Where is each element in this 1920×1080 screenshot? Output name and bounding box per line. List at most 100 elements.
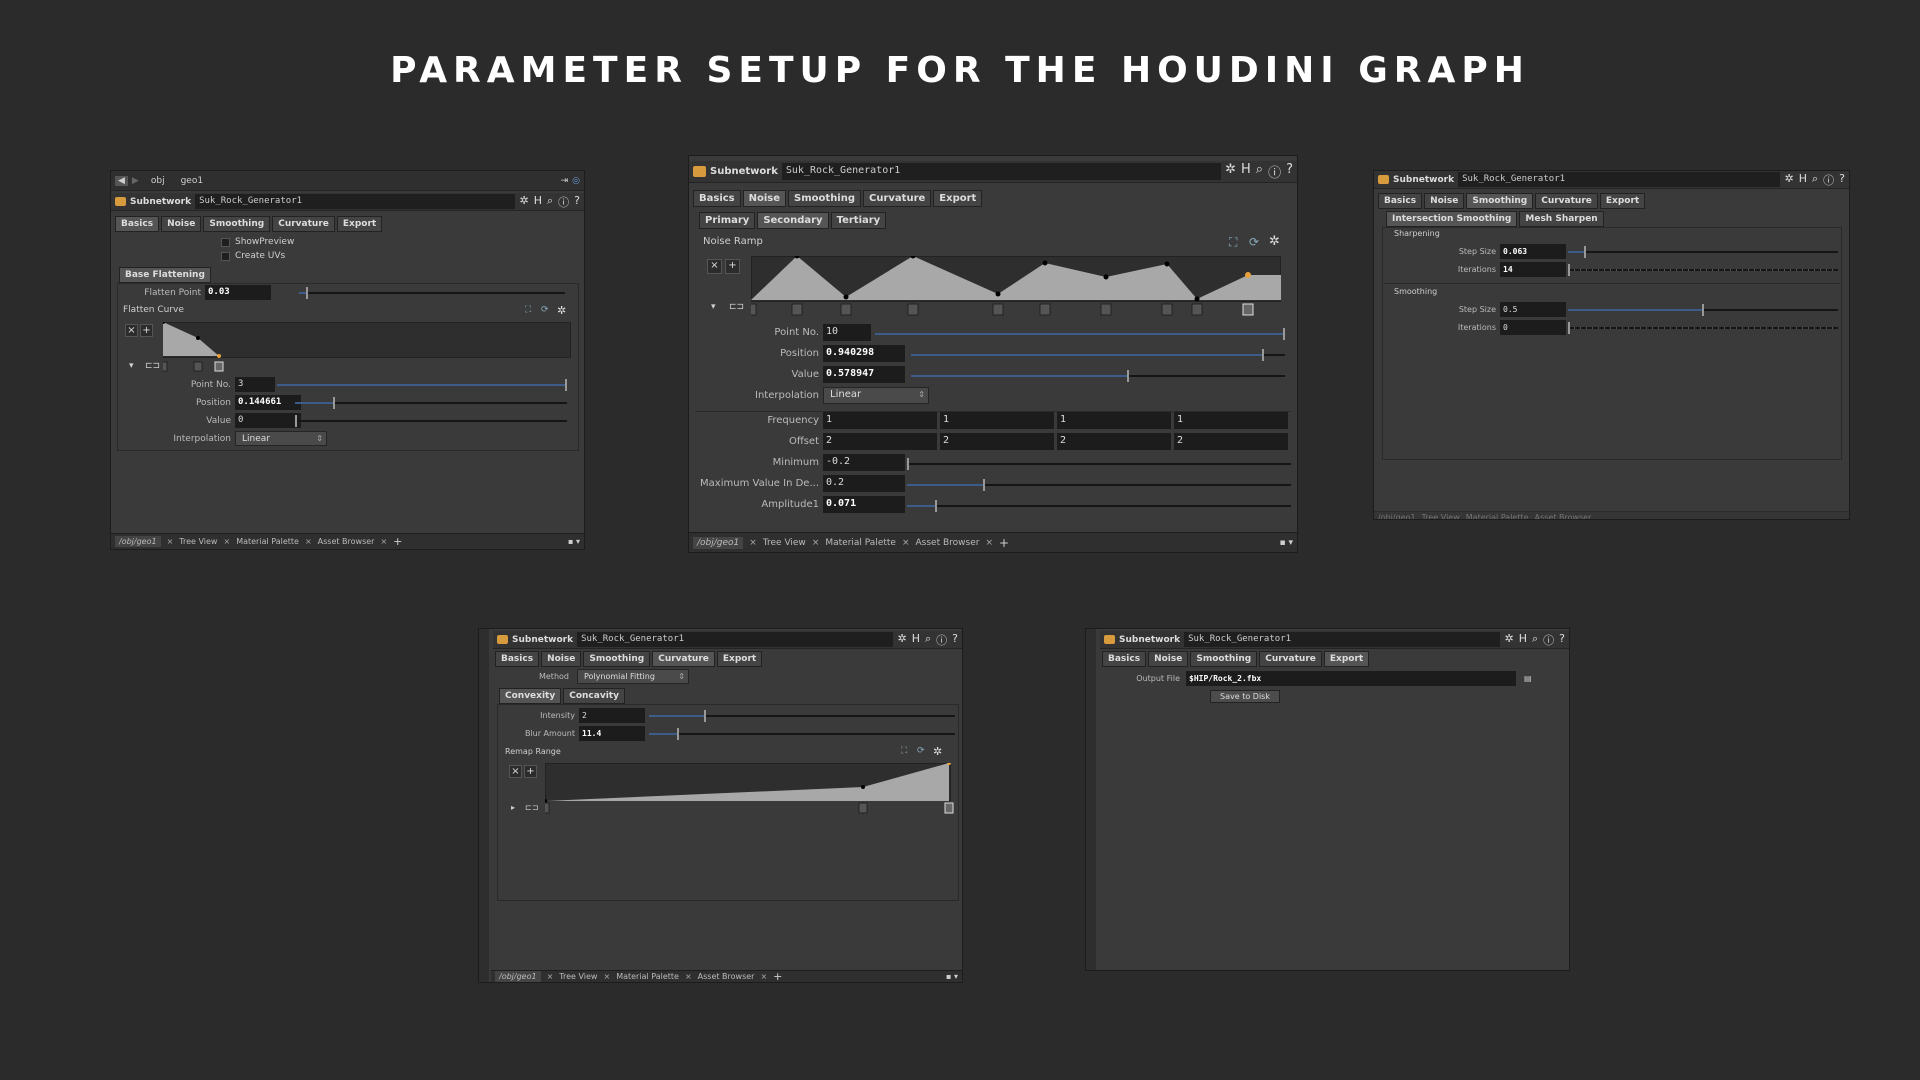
- node-name[interactable]: Suk_Rock_Generator1: [577, 632, 894, 647]
- search-icon[interactable]: ⌕: [1812, 172, 1818, 188]
- link-icon[interactable]: ⊏⊐: [525, 803, 538, 812]
- add-pane-icon[interactable]: +: [393, 535, 562, 548]
- offset-x[interactable]: 2: [823, 433, 937, 450]
- ramp-icon-2[interactable]: ⟳: [917, 746, 925, 756]
- offset-y[interactable]: 2: [940, 433, 1054, 450]
- tab-curvature[interactable]: Curvature: [272, 216, 335, 232]
- maximum-field[interactable]: 0.2: [823, 475, 905, 492]
- slider-knob[interactable]: [935, 500, 937, 512]
- method-dropdown[interactable]: Polynomial Fitting: [577, 669, 689, 684]
- close-icon[interactable]: ×: [603, 972, 610, 981]
- tab-basics[interactable]: Basics: [1378, 193, 1423, 209]
- intensity-slider[interactable]: [649, 710, 955, 722]
- intensity-field[interactable]: 2: [579, 708, 645, 723]
- slider-knob[interactable]: [704, 710, 706, 722]
- pane-material-palette[interactable]: Material Palette: [825, 538, 896, 548]
- node-name[interactable]: Suk_Rock_Generator1: [781, 163, 1222, 180]
- ramp-icon-1[interactable]: ⛶: [1229, 235, 1237, 250]
- show-preview-checkbox[interactable]: [221, 237, 230, 247]
- value-field[interactable]: 0: [235, 413, 301, 428]
- tab-export[interactable]: Export: [1323, 651, 1370, 667]
- pane-menu-icon[interactable]: ▪ ▾: [568, 537, 580, 546]
- slider-knob[interactable]: [565, 379, 567, 391]
- position-slider[interactable]: [911, 349, 1285, 361]
- flatten-point-slider[interactable]: [299, 287, 565, 299]
- frequency-y[interactable]: 1: [940, 412, 1054, 429]
- ramp-icon-2[interactable]: ⟳: [1249, 235, 1259, 249]
- gear-icon[interactable]: ✲: [933, 745, 942, 758]
- point-no-slider[interactable]: [875, 328, 1285, 340]
- smooth-iter-field[interactable]: 0: [1500, 320, 1566, 335]
- smooth-step-field[interactable]: 0.5: [1500, 302, 1566, 317]
- pane-tree-view[interactable]: Tree View: [1422, 513, 1460, 519]
- tab-export[interactable]: Export: [716, 651, 763, 667]
- help-h-icon[interactable]: H: [1519, 632, 1527, 648]
- tab-export[interactable]: Export: [336, 216, 383, 232]
- node-name[interactable]: Suk_Rock_Generator1: [1184, 632, 1501, 647]
- slider-knob[interactable]: [1261, 349, 1264, 361]
- slider-knob[interactable]: [1126, 370, 1129, 382]
- tab-secondary[interactable]: Secondary: [757, 212, 829, 229]
- maximum-slider[interactable]: [907, 479, 1291, 491]
- pane-tree-view[interactable]: Tree View: [559, 972, 597, 981]
- tab-curvature[interactable]: Curvature: [652, 651, 715, 667]
- minimum-slider[interactable]: [907, 458, 1291, 470]
- close-icon[interactable]: ×: [167, 537, 174, 546]
- tab-curvature[interactable]: Curvature: [1535, 193, 1598, 209]
- slider-knob[interactable]: [1568, 264, 1570, 276]
- expand-icon[interactable]: ▸: [511, 803, 515, 812]
- sharpen-step-field[interactable]: 0.063: [1500, 244, 1566, 259]
- tab-basics[interactable]: Basics: [495, 651, 540, 667]
- tab-basics[interactable]: Basics: [115, 216, 160, 232]
- help-h-icon[interactable]: H: [912, 632, 920, 648]
- pane-path[interactable]: /obj/geo1: [115, 536, 161, 547]
- pane-asset-browser[interactable]: Asset Browser: [318, 537, 375, 546]
- add-point-button[interactable]: +: [725, 259, 740, 274]
- slider-knob[interactable]: [1584, 246, 1586, 258]
- tab-convexity[interactable]: Convexity: [499, 688, 562, 704]
- pane-asset-browser[interactable]: Asset Browser: [1535, 513, 1592, 519]
- tab-mesh-sharpen[interactable]: Mesh Sharpen: [1519, 211, 1604, 227]
- slider-knob[interactable]: [983, 479, 985, 491]
- sharpen-iter-slider[interactable]: [1568, 264, 1838, 276]
- node-name[interactable]: Suk_Rock_Generator1: [1458, 172, 1781, 187]
- pane-path[interactable]: /obj/geo1: [1378, 513, 1416, 519]
- info-icon[interactable]: ⓘ: [1823, 172, 1834, 188]
- pane-material-palette[interactable]: Material Palette: [236, 537, 299, 546]
- add-pane-icon[interactable]: +: [773, 970, 940, 982]
- pane-asset-browser[interactable]: Asset Browser: [698, 972, 755, 981]
- slider-knob[interactable]: [295, 415, 297, 427]
- offset-w[interactable]: 2: [1174, 433, 1288, 450]
- gear-icon[interactable]: ✲: [897, 632, 906, 648]
- help-h-icon[interactable]: H: [1799, 172, 1807, 188]
- ramp-icon-2[interactable]: ⟳: [541, 305, 549, 315]
- pane-tree-view[interactable]: Tree View: [763, 538, 806, 548]
- close-icon[interactable]: ×: [305, 537, 312, 546]
- close-icon[interactable]: ×: [223, 537, 230, 546]
- output-file-field[interactable]: $HIP/Rock_2.fbx: [1186, 671, 1516, 686]
- gear-icon[interactable]: ✲: [1269, 234, 1280, 249]
- pane-material-palette[interactable]: Material Palette: [616, 972, 679, 981]
- position-slider[interactable]: [295, 397, 567, 409]
- file-browse-icon[interactable]: ▤: [1524, 674, 1532, 683]
- pane-tree-view[interactable]: Tree View: [179, 537, 217, 546]
- amplitude-slider[interactable]: [907, 500, 1291, 512]
- slider-knob[interactable]: [1283, 328, 1285, 340]
- close-icon[interactable]: ×: [685, 972, 692, 981]
- search-icon[interactable]: ⌕: [1256, 162, 1263, 181]
- pin-icon[interactable]: ⇥: [561, 176, 569, 186]
- tab-noise[interactable]: Noise: [161, 216, 202, 232]
- sharpen-iter-field[interactable]: 14: [1500, 262, 1566, 277]
- interp-dropdown[interactable]: Linear: [235, 431, 327, 446]
- tab-export[interactable]: Export: [1599, 193, 1646, 209]
- offset-z[interactable]: 2: [1057, 433, 1171, 450]
- tab-concavity[interactable]: Concavity: [563, 688, 625, 704]
- slider-knob[interactable]: [677, 728, 679, 740]
- point-no-slider[interactable]: [277, 379, 567, 391]
- info-icon[interactable]: ⓘ: [936, 632, 947, 648]
- tab-curvature[interactable]: Curvature: [863, 190, 932, 207]
- frequency-x[interactable]: 1: [823, 412, 937, 429]
- forward-icon[interactable]: ▶: [132, 176, 139, 186]
- help-icon[interactable]: ?: [1286, 162, 1293, 181]
- frequency-z[interactable]: 1: [1057, 412, 1171, 429]
